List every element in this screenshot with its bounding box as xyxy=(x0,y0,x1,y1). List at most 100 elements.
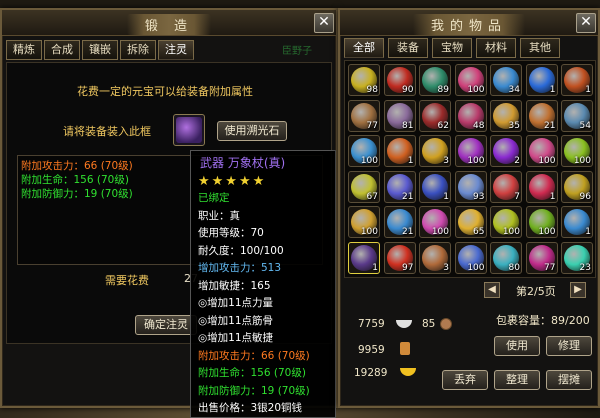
inventory-slot[interactable]: 34 xyxy=(490,64,522,96)
item-count: 2 xyxy=(514,156,520,166)
tab-treasure[interactable]: 宝物 xyxy=(432,38,472,58)
inventory-slot[interactable]: 48 xyxy=(454,99,487,132)
inventory-slot[interactable]: 1 xyxy=(348,241,380,274)
item-count: 98 xyxy=(366,85,378,95)
inventory-title: 我的物品 xyxy=(412,14,525,35)
tooltip-stat-lines: 职业：真 使用等级：70 耐久度：100/100 增加攻击力：513 增加敏捷：165 ◎… xyxy=(198,208,328,418)
inventory-slot[interactable]: 90 xyxy=(383,64,416,96)
use-stone-button[interactable]: 使用溯光石 xyxy=(217,121,287,141)
item-count: 1 xyxy=(585,227,591,237)
item-count: 1 xyxy=(407,156,414,166)
inventory-slot[interactable]: 1 xyxy=(561,206,593,238)
tab-inlay[interactable]: 镶嵌 xyxy=(82,40,118,60)
inventory-slot[interactable]: 100 xyxy=(419,206,451,238)
item-grid: 98 90 89 100 34 1 1 77 81 62 48 35 21 54 100 1 3 100 2 100 1… xyxy=(345,61,595,277)
item-count: 100 xyxy=(467,262,485,273)
item-count: 1 xyxy=(372,262,378,273)
inventory-slot[interactable]: 100 xyxy=(525,135,558,167)
inventory-slot[interactable]: 21 xyxy=(383,206,416,238)
tab-refine[interactable]: 精炼 xyxy=(6,40,42,60)
attr-defense: 附加防御力：19 (70级) xyxy=(21,188,133,200)
inventory-slot[interactable]: 96 xyxy=(561,170,593,203)
inventory-slot[interactable]: 93 xyxy=(454,170,487,203)
tooltip-line: 耐久度：100/100 xyxy=(198,244,284,257)
prev-page-button[interactable]: ◀ xyxy=(484,282,500,298)
inventory-slot[interactable]: 100 xyxy=(454,241,487,274)
tab-infuse[interactable]: 注灵 xyxy=(158,40,194,60)
sort-button[interactable]: 整理 xyxy=(494,370,540,390)
tab-compose[interactable]: 合成 xyxy=(44,40,80,60)
inventory-close-button[interactable]: ✕ xyxy=(576,13,596,33)
inventory-slot[interactable]: 77 xyxy=(348,99,380,132)
inventory-slot[interactable]: 35 xyxy=(490,99,522,132)
inventory-slot[interactable]: 100 xyxy=(348,135,380,167)
tab-equip[interactable]: 装备 xyxy=(388,38,428,58)
need-cost-label: 需要花费 xyxy=(105,274,149,287)
inventory-slot[interactable]: 62 xyxy=(419,99,451,132)
forge-title-bar[interactable]: 锻 造 xyxy=(2,10,336,36)
drop-button[interactable]: 丢弃 xyxy=(442,370,488,390)
gift-coupon-icon xyxy=(400,342,410,355)
item-count: 1 xyxy=(549,191,556,202)
inventory-slot[interactable]: 100 xyxy=(525,206,558,238)
item-count: 1 xyxy=(549,85,556,95)
inventory-slot[interactable]: 65 xyxy=(454,206,487,238)
copper-coin-icon xyxy=(440,318,452,330)
use-button[interactable]: 使用 xyxy=(494,336,540,356)
inventory-slot[interactable]: 1 xyxy=(561,64,593,96)
item-count: 100 xyxy=(467,85,485,95)
item-count: 3 xyxy=(443,156,449,166)
inventory-slot[interactable]: 2 xyxy=(490,135,522,167)
tab-remove[interactable]: 拆除 xyxy=(120,40,156,60)
inventory-slot[interactable]: 21 xyxy=(383,170,416,203)
inventory-slot[interactable]: 100 xyxy=(490,206,522,238)
stall-button[interactable]: 摆摊 xyxy=(546,370,592,390)
inventory-title-bar[interactable]: 我的物品 xyxy=(340,10,598,36)
equipment-slot[interactable] xyxy=(173,114,205,146)
inventory-slot[interactable]: 80 xyxy=(490,241,522,274)
tab-other[interactable]: 其他 xyxy=(520,38,560,58)
inventory-slot[interactable]: 1 xyxy=(419,170,451,203)
item-count: 100 xyxy=(360,227,378,237)
inventory-slot[interactable]: 100 xyxy=(454,64,487,96)
tooltip-line: 使用等级：70 xyxy=(198,227,264,239)
item-count: 100 xyxy=(360,156,378,166)
confirm-infuse-button[interactable]: 确定注灵 xyxy=(135,315,197,335)
item-count: 54 xyxy=(579,120,591,131)
capacity-text: 包裹容量：89/200 xyxy=(496,314,590,327)
inventory-slot[interactable]: 23 xyxy=(561,241,593,274)
inventory-slot[interactable]: 100 xyxy=(561,135,593,167)
inventory-slot[interactable]: 89 xyxy=(419,64,451,96)
money-bound-value: 9959 xyxy=(358,344,385,356)
inventory-slot[interactable]: 1 xyxy=(383,135,416,167)
inventory-slot[interactable]: 3 xyxy=(419,241,451,274)
inventory-slot[interactable]: 67 xyxy=(348,170,380,203)
inventory-slot[interactable]: 100 xyxy=(454,135,487,167)
inventory-slot[interactable]: 97 xyxy=(383,241,416,274)
next-page-button[interactable]: ▶ xyxy=(570,282,586,298)
inventory-slot[interactable]: 1 xyxy=(525,64,558,96)
inventory-slot[interactable]: 54 xyxy=(561,99,593,132)
inventory-slot[interactable]: 81 xyxy=(383,99,416,132)
tab-material[interactable]: 材料 xyxy=(476,38,516,58)
item-count: 89 xyxy=(437,85,449,95)
inventory-slot[interactable]: 77 xyxy=(525,241,558,274)
forge-close-button[interactable]: ✕ xyxy=(314,13,334,33)
inventory-slot[interactable]: 3 xyxy=(419,135,451,167)
item-count: 3 xyxy=(443,262,449,273)
inventory-slot[interactable]: 21 xyxy=(525,99,558,132)
inventory-slot[interactable]: 1 xyxy=(525,170,558,203)
item-count: 1 xyxy=(585,85,591,95)
inventory-slot[interactable]: 7 xyxy=(490,170,522,203)
inventory-slot[interactable]: 98 xyxy=(348,64,380,96)
silver-ingot-icon xyxy=(396,320,412,328)
item-count: 21 xyxy=(402,191,414,202)
inventory-grid-panel: 98 90 89 100 34 1 1 77 81 62 48 35 21 54 100 1 3 100 2 100 1… xyxy=(344,60,596,278)
tooltip-line: ◎增加11点敏捷 xyxy=(198,332,274,344)
tooltip-item-name: 武器 万象杖(真) xyxy=(200,156,286,170)
tab-all[interactable]: 全部 xyxy=(344,38,384,58)
item-count: 65 xyxy=(473,227,485,237)
tooltip-line: 增加敏捷：165 xyxy=(198,279,271,292)
repair-button[interactable]: 修理 xyxy=(546,336,592,356)
inventory-slot[interactable]: 100 xyxy=(348,206,380,238)
